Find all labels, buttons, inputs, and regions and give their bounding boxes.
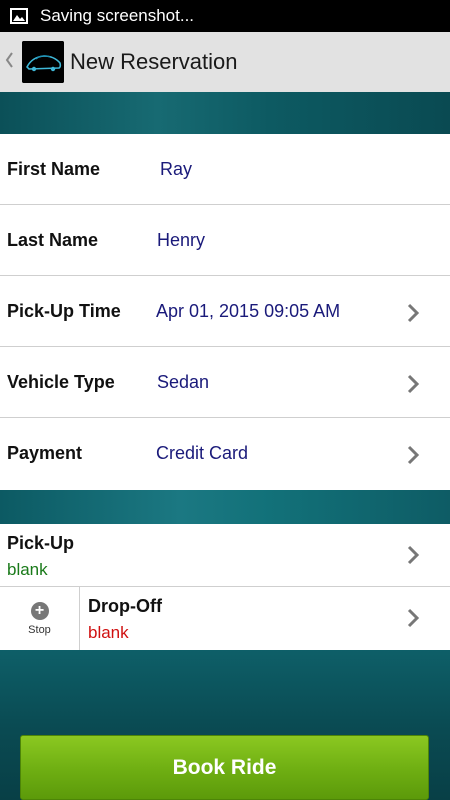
chevron-right-icon [407, 545, 420, 565]
reservation-form: First Name Ray Last Name Henry Pick-Up T… [0, 134, 450, 490]
first-name-row[interactable]: First Name Ray [0, 134, 450, 205]
vehicle-type-row[interactable]: Vehicle Type Sedan [0, 347, 450, 418]
chevron-right-icon [407, 303, 420, 323]
dropoff-title: Drop-Off [88, 596, 162, 616]
payment-value: Credit Card [156, 443, 249, 463]
vehicle-type-label: Vehicle Type [7, 371, 115, 392]
app-logo[interactable] [22, 41, 64, 83]
first-name-value[interactable]: Ray [160, 159, 192, 180]
last-name-value[interactable]: Henry [157, 230, 205, 251]
chevron-right-icon [407, 374, 420, 394]
car-logo-icon [22, 41, 64, 83]
vehicle-type-value: Sedan [157, 371, 210, 392]
payment-label: Payment [7, 443, 83, 463]
status-text: Saving screenshot... [40, 6, 195, 25]
plus-circle-icon: + [30, 601, 49, 620]
add-stop-button[interactable]: + Stop [0, 587, 80, 650]
locations-card: Pick-Up blank + Stop Drop-Off blank [0, 524, 450, 650]
pickup-location-row[interactable]: Pick-Up blank [0, 524, 450, 587]
pickup-time-value: Apr 01, 2015 09:05 AM [156, 300, 341, 321]
dropoff-status: blank [88, 623, 129, 642]
dropoff-location-row[interactable]: + Stop Drop-Off blank [0, 587, 450, 650]
background-band-top [0, 92, 450, 134]
pickup-time-label: Pick-Up Time [7, 300, 121, 321]
background-band-middle [0, 490, 450, 524]
first-name-label: First Name [7, 158, 101, 179]
chevron-right-icon [407, 445, 420, 465]
status-bar: Saving screenshot... [0, 0, 450, 32]
last-name-label: Last Name [7, 229, 99, 250]
pickup-status: blank [7, 560, 48, 579]
image-icon [10, 8, 28, 24]
action-bar: New Reservation [0, 32, 450, 92]
back-caret-icon[interactable] [0, 51, 18, 74]
last-name-row[interactable]: Last Name Henry [0, 205, 450, 276]
page-title: New Reservation [70, 49, 238, 74]
chevron-right-icon [407, 608, 420, 628]
stop-label: Stop [28, 623, 51, 636]
pickup-time-row[interactable]: Pick-Up Time Apr 01, 2015 09:05 AM [0, 276, 450, 347]
payment-row[interactable]: Payment Credit Card [0, 418, 450, 489]
book-ride-button[interactable]: Book Ride [20, 735, 429, 800]
pickup-title: Pick-Up [7, 533, 75, 553]
